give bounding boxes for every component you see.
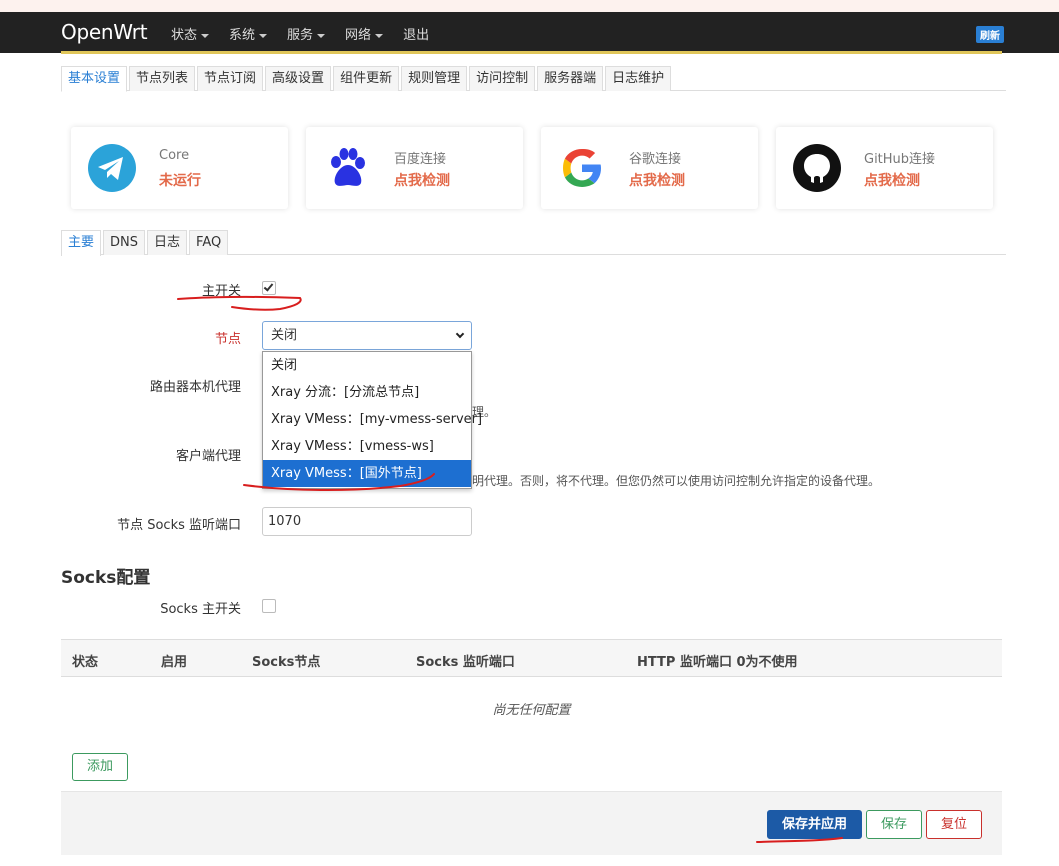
- tab-basic-settings[interactable]: 基本设置: [61, 66, 128, 92]
- node-option[interactable]: Xray 分流：[分流总节点]: [263, 379, 471, 406]
- tab-server[interactable]: 服务器端: [537, 66, 604, 91]
- status-card-google[interactable]: 谷歌连接 点我检测: [541, 127, 758, 209]
- tab-dns[interactable]: DNS: [103, 230, 146, 255]
- baidu-paw-icon: [322, 143, 372, 193]
- tab-rules[interactable]: 规则管理: [401, 66, 468, 91]
- socks-config-heading: Socks配置: [61, 568, 151, 588]
- card-status-link[interactable]: 点我检测: [394, 170, 450, 190]
- menu-services[interactable]: 服务: [287, 24, 326, 43]
- node-dropdown: 关闭 Xray 分流：[分流总节点] Xray VMess：[my-vmess-…: [262, 351, 482, 489]
- main-menu: 状态 系统 服务 网络 退出: [171, 24, 449, 43]
- node-option-selected[interactable]: Xray VMess：[国外节点]: [263, 460, 471, 487]
- card-title: GitHub连接: [864, 152, 936, 167]
- card-title: 百度连接: [394, 152, 447, 167]
- node-option[interactable]: Xray VMess：[my-vmess-server]: [263, 406, 482, 433]
- menu-network[interactable]: 网络: [345, 24, 384, 43]
- reset-button[interactable]: 复位: [926, 810, 982, 839]
- main-switch-checkbox[interactable]: [262, 281, 276, 295]
- tab-advanced[interactable]: 高级设置: [265, 66, 332, 91]
- tab-logs[interactable]: 日志维护: [605, 66, 672, 91]
- socks-port-input[interactable]: 1070: [262, 507, 472, 536]
- column-header: 启用: [161, 655, 188, 670]
- socks-switch-label: Socks 主开关: [160, 602, 241, 617]
- caret-down-icon: [317, 33, 326, 38]
- telegram-icon: [87, 143, 137, 193]
- caret-down-icon: [259, 33, 268, 38]
- tab-node-subscribe[interactable]: 节点订阅: [197, 66, 264, 91]
- node-select[interactable]: 关闭: [262, 321, 472, 350]
- tab-node-list[interactable]: 节点列表: [129, 66, 196, 91]
- tab-faq[interactable]: FAQ: [189, 230, 229, 255]
- main-switch-label: 主开关: [201, 284, 241, 299]
- menu-system[interactable]: 系统: [229, 24, 268, 43]
- client-proxy-hint: 明代理。否则，将不代理。但您仍然可以使用访问控制允许指定的设备代理。: [472, 474, 881, 488]
- node-select-value: 关闭: [271, 328, 298, 343]
- navbar: OpenWrt 状态 系统 服务 网络 退出 刷新: [0, 12, 1059, 54]
- status-card-core: Core 未运行: [71, 127, 288, 209]
- tab-component-update[interactable]: 组件更新: [333, 66, 400, 91]
- table-header: 状态 启用 Socks节点 Socks 监听端口 HTTP 监听端口 0为不使用: [61, 639, 1002, 677]
- client-proxy-label: 客户端代理: [175, 449, 241, 464]
- column-header: 状态: [72, 655, 99, 670]
- column-header: Socks 监听端口: [416, 655, 515, 670]
- status-card-baidu[interactable]: 百度连接 点我检测: [306, 127, 523, 209]
- add-button[interactable]: 添加: [72, 753, 128, 781]
- navbar-accent-line: [61, 51, 1002, 54]
- google-icon: [557, 143, 607, 193]
- card-title: 谷歌连接: [629, 152, 682, 167]
- card-status: 未运行: [159, 173, 201, 189]
- check-icon: [263, 281, 274, 292]
- column-header: Socks节点: [252, 655, 321, 670]
- menu-status[interactable]: 状态: [171, 24, 210, 43]
- save-apply-button[interactable]: 保存并应用: [767, 810, 862, 839]
- top-strip: [0, 0, 1059, 12]
- node-label: 节点: [214, 332, 241, 347]
- card-title: Core: [159, 148, 190, 163]
- action-footer: 保存并应用 保存 复位: [61, 791, 1002, 855]
- save-button[interactable]: 保存: [866, 810, 922, 839]
- card-status-link[interactable]: 点我检测: [629, 170, 685, 190]
- node-option[interactable]: 关闭: [263, 352, 471, 379]
- column-header: HTTP 监听端口 0为不使用: [637, 655, 798, 670]
- chevron-down-icon: [455, 329, 465, 339]
- top-tabs: 基本设置 节点列表 节点订阅 高级设置 组件更新 规则管理 访问控制 服务器端 …: [61, 66, 1006, 92]
- tab-log[interactable]: 日志: [147, 230, 188, 255]
- refresh-badge[interactable]: 刷新: [976, 26, 1004, 43]
- empty-table-message: 尚无任何配置: [492, 703, 571, 718]
- menu-logout[interactable]: 退出: [403, 24, 429, 43]
- tab-main[interactable]: 主要: [61, 230, 102, 256]
- brand-logo[interactable]: OpenWrt: [61, 20, 148, 44]
- tab-access-control[interactable]: 访问控制: [469, 66, 536, 91]
- socks-switch-checkbox[interactable]: [262, 599, 276, 613]
- card-status-link[interactable]: 点我检测: [864, 170, 920, 190]
- router-proxy-label: 路由器本机代理: [149, 380, 241, 395]
- node-option[interactable]: Xray VMess：[vmess-ws]: [263, 433, 471, 460]
- status-card-github[interactable]: GitHub连接 点我检测: [776, 127, 993, 209]
- github-icon: [792, 143, 842, 193]
- socks-table: 状态 启用 Socks节点 Socks 监听端口 HTTP 监听端口 0为不使用…: [61, 639, 1002, 718]
- caret-down-icon: [375, 33, 384, 38]
- socks-port-label: 节点 Socks 监听端口: [117, 518, 241, 533]
- sub-tabs: 主要 DNS 日志 FAQ: [61, 230, 1006, 256]
- caret-down-icon: [201, 33, 210, 38]
